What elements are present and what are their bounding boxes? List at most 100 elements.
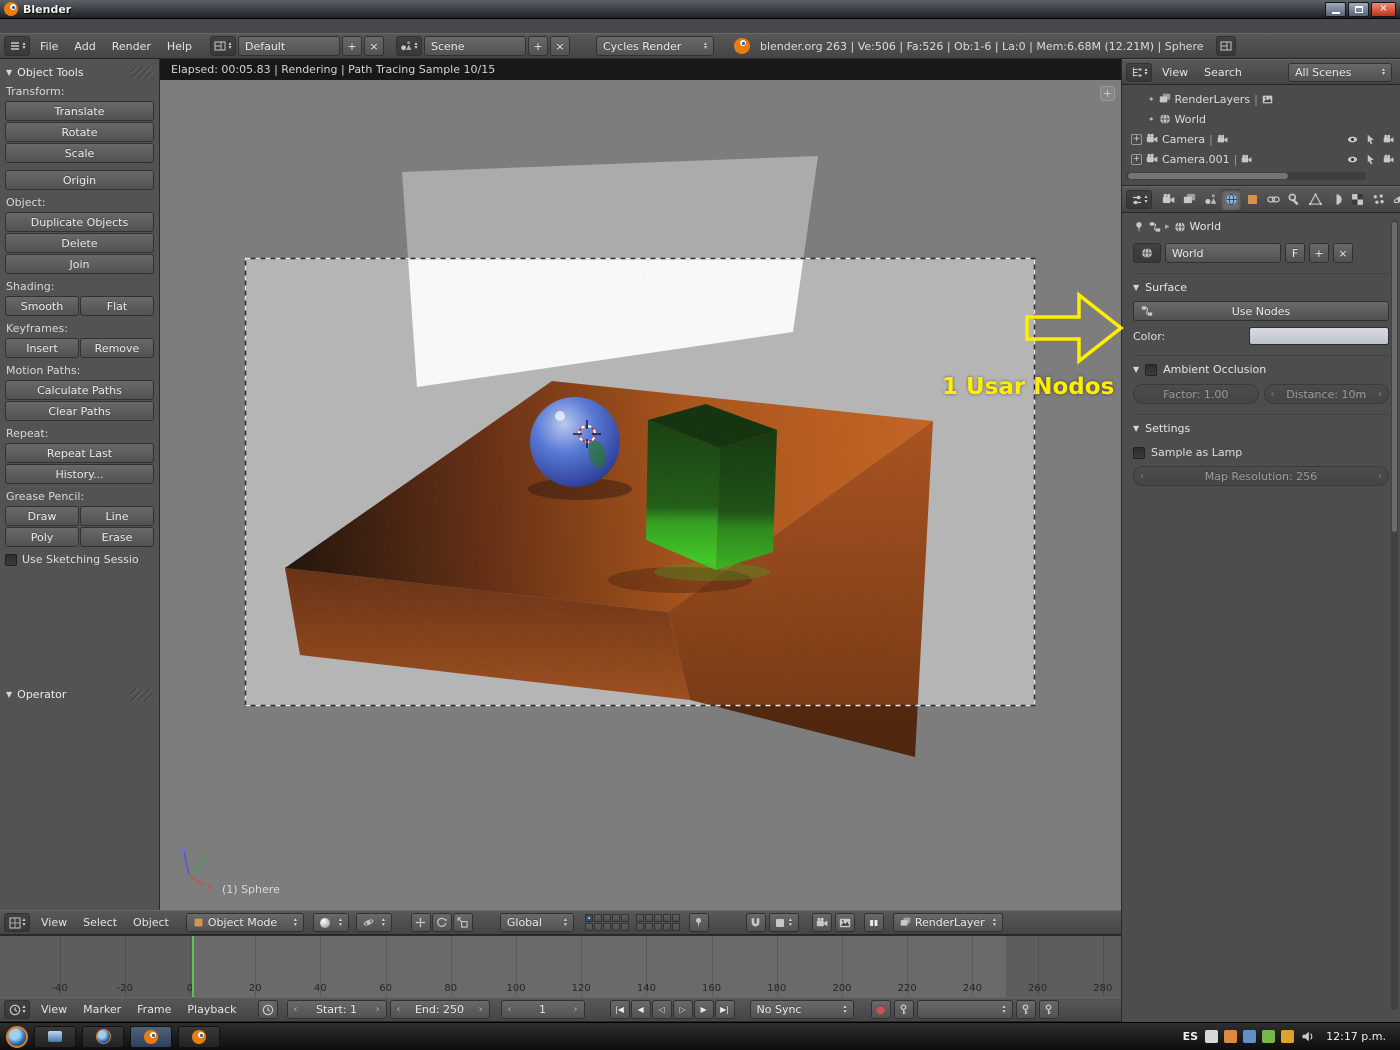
antivirus-tray-icon[interactable]	[1262, 1030, 1276, 1043]
renderability-toggle[interactable]	[1383, 154, 1394, 165]
tool-button-poly[interactable]: Poly	[5, 527, 79, 547]
tool-button-flat[interactable]: Flat	[80, 296, 154, 316]
outliner-menu-view[interactable]: View	[1154, 66, 1196, 79]
layer-button-2[interactable]	[593, 914, 602, 922]
insert-keyframe-button[interactable]	[1015, 1000, 1036, 1019]
properties-tab-object[interactable]	[1242, 189, 1262, 210]
active-keying-set-select[interactable]: ▴ ▾	[916, 1000, 1013, 1019]
sample-as-lamp-checkbox[interactable]	[1133, 446, 1145, 459]
frame-end-field[interactable]: ‹ End: 250 ›	[389, 1000, 490, 1019]
tool-button-remove[interactable]: Remove	[80, 338, 154, 358]
surface-panel-header[interactable]: ▼ Surface	[1133, 281, 1389, 294]
render-layer-select[interactable]: RenderLayer ▴ ▾	[892, 913, 1003, 932]
use-nodes-button[interactable]: Use Nodes	[1133, 301, 1389, 321]
properties-tab-texture[interactable]	[1347, 189, 1367, 210]
layer-button-7[interactable]	[593, 923, 602, 931]
outliner-row-renderlayers[interactable]: • RenderLayers |	[1122, 89, 1400, 109]
duplicate-window-button[interactable]	[1215, 36, 1236, 56]
world-name-field[interactable]: World	[1165, 243, 1281, 263]
editor-type-button[interactable]: ▴ ▾	[4, 36, 30, 56]
map-resolution-slider[interactable]: ‹ Map Resolution: 256 ›	[1133, 466, 1389, 486]
tool-button-clear-paths[interactable]: Clear Paths	[5, 401, 154, 421]
layer-button-alt-5[interactable]	[671, 914, 680, 922]
editor-type-button[interactable]: ▴ ▾	[4, 1000, 30, 1019]
messenger-tray-icon[interactable]	[1224, 1030, 1238, 1043]
unlink-world-button[interactable]: ×	[1333, 243, 1353, 263]
tool-button-draw[interactable]: Draw	[5, 506, 79, 526]
screen-layout-browse-button[interactable]: ▴ ▾	[209, 36, 236, 56]
outliner-horizontal-scrollbar[interactable]	[1126, 172, 1366, 180]
scrollbar-thumb[interactable]	[1128, 173, 1288, 179]
properties-tab-render[interactable]	[1158, 189, 1178, 210]
layer-button-5[interactable]	[620, 914, 629, 922]
selectability-toggle[interactable]	[1365, 134, 1376, 145]
minimize-button[interactable]	[1325, 1, 1346, 17]
add-world-button[interactable]: +	[1309, 243, 1329, 263]
blender-render-window[interactable]	[178, 1025, 220, 1048]
viewport-menu-object[interactable]: Object	[125, 916, 177, 929]
region-expand-button[interactable]: +	[1100, 86, 1115, 101]
current-frame-field[interactable]: ‹ 1 ›	[500, 1000, 585, 1019]
prev-keyframe-button[interactable]: ◀	[630, 1000, 651, 1019]
properties-tab-world[interactable]	[1221, 189, 1241, 210]
renderability-toggle[interactable]	[1383, 134, 1394, 145]
properties-tab-modifiers[interactable]	[1284, 189, 1304, 210]
snap-toggle-button[interactable]	[745, 913, 766, 932]
display-settings-tray-icon[interactable]	[1243, 1030, 1257, 1043]
jump-end-button[interactable]: ▶|	[714, 1000, 735, 1019]
timeline-track[interactable]: -40 -20 0 20 40 60 80 100 120 140 160 180 200 220 240 2…	[0, 935, 1121, 997]
browse-world-button[interactable]	[1133, 243, 1161, 263]
keying-set-key-button[interactable]	[893, 1000, 914, 1019]
properties-scrollbar[interactable]	[1391, 220, 1398, 1010]
world-color-swatch[interactable]	[1249, 327, 1389, 345]
layer-button-8[interactable]	[602, 923, 611, 931]
visibility-toggle[interactable]	[1347, 134, 1358, 145]
ao-factor-slider[interactable]: Factor: 1.00	[1133, 384, 1259, 404]
window-titlebar[interactable]: Blender ×	[0, 0, 1400, 19]
auto-keyframe-button[interactable]: ●	[870, 1000, 891, 1019]
layer-button-4[interactable]	[611, 914, 620, 922]
frame-start-field[interactable]: ‹ Start: 1 ›	[286, 1000, 387, 1019]
layer-button-alt-8[interactable]	[653, 923, 662, 931]
ambient-occlusion-panel-header[interactable]: ▼ Ambient Occlusion	[1133, 363, 1389, 376]
jump-start-button[interactable]: |◀	[609, 1000, 630, 1019]
use-sketching-session-checkbox[interactable]	[5, 553, 17, 566]
firefox-window[interactable]	[82, 1025, 124, 1048]
lock-to-scene-button[interactable]	[688, 913, 709, 932]
layer-button-alt-9[interactable]	[662, 923, 671, 931]
maximize-button[interactable]	[1348, 1, 1369, 17]
sample-as-lamp-row[interactable]: Sample as Lamp	[1133, 446, 1389, 459]
editor-type-button[interactable]: ▴ ▾	[4, 913, 30, 932]
outliner-scope-select[interactable]: All Scenes ▴ ▾	[1288, 62, 1392, 82]
tool-button-scale[interactable]: Scale	[5, 143, 154, 163]
layer-button-alt-7[interactable]	[644, 923, 653, 931]
scrollbar-thumb[interactable]	[1392, 222, 1397, 532]
timeline-playhead[interactable]	[192, 936, 195, 997]
visibility-toggle[interactable]	[1347, 154, 1358, 165]
delete-keyframe-button[interactable]	[1038, 1000, 1059, 1019]
volume-icon[interactable]	[1301, 1030, 1315, 1043]
panel-grip-icon[interactable]	[131, 66, 153, 79]
properties-tab-material[interactable]	[1326, 189, 1346, 210]
expand-toggle[interactable]: +	[1131, 153, 1142, 165]
rotate-manipulator-button[interactable]	[431, 913, 452, 932]
transform-orientation-select[interactable]: Global ▴ ▾	[499, 913, 574, 932]
scale-manipulator-button[interactable]	[452, 913, 473, 932]
translate-manipulator-button[interactable]	[410, 913, 431, 932]
layer-button-10[interactable]	[620, 923, 629, 931]
ambient-occlusion-checkbox[interactable]	[1145, 363, 1158, 376]
play-button[interactable]: ▷	[672, 1000, 693, 1019]
outliner-row-world[interactable]: • World	[1122, 109, 1400, 129]
pause-render-button[interactable]: ▮▮	[863, 913, 884, 932]
info-menu-help[interactable]: Help	[159, 40, 200, 53]
timeline-menu-playback[interactable]: Playback	[179, 1003, 244, 1016]
language-indicator[interactable]: ES	[1183, 1030, 1198, 1043]
tool-button-calculate-paths[interactable]: Calculate Paths	[5, 380, 154, 400]
scene-browse-button[interactable]: ▴ ▾	[395, 36, 422, 56]
timeline-menu-marker[interactable]: Marker	[75, 1003, 129, 1016]
tool-button-smooth[interactable]: Smooth	[5, 296, 79, 316]
layer-button-alt-1[interactable]	[635, 914, 644, 922]
timeline-menu-frame[interactable]: Frame	[129, 1003, 179, 1016]
panel-grip-icon[interactable]	[131, 688, 153, 701]
render-engine-select[interactable]: Cycles Render ▴ ▾	[595, 36, 714, 56]
